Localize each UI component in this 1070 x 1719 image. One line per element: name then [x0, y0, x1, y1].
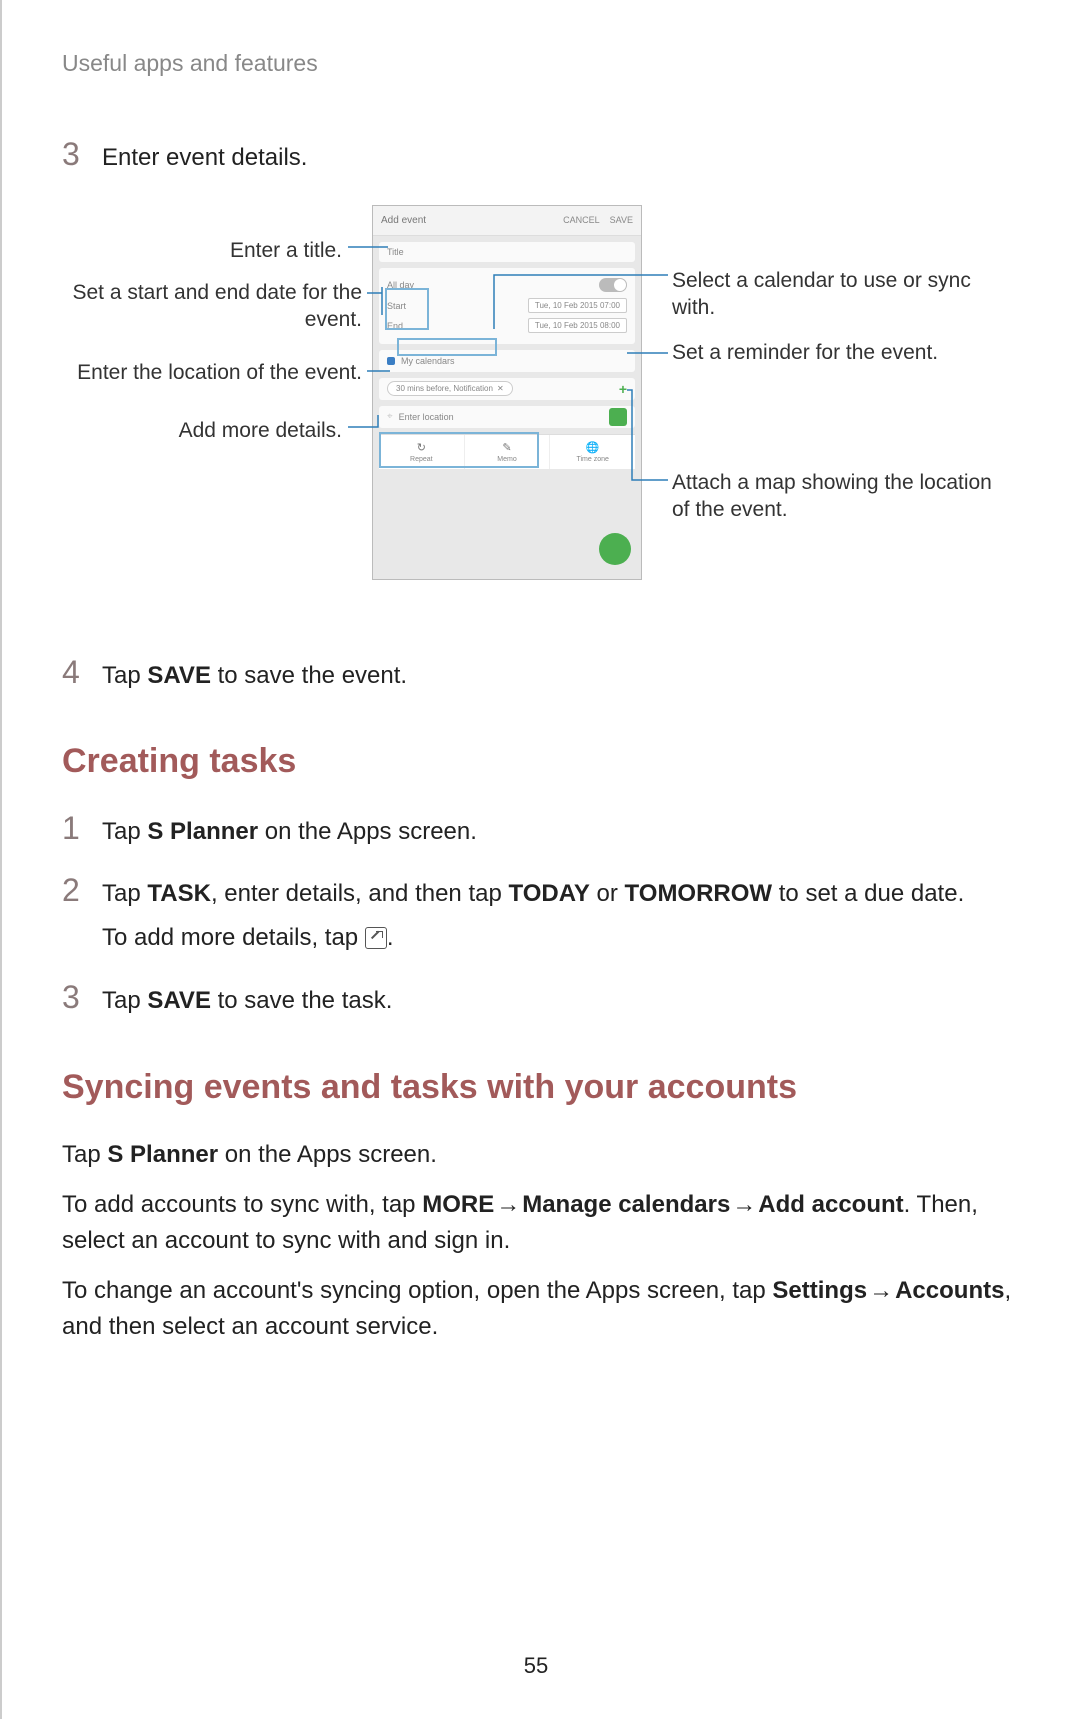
mock-title-field: Title [379, 242, 635, 262]
sync-para-1: Tap S Planner on the Apps screen. [62, 1137, 1020, 1173]
text-bold: S Planner [107, 1141, 218, 1168]
globe-icon: 🌐 [552, 441, 633, 454]
text-fragment: . [387, 924, 394, 951]
close-icon: ✕ [497, 384, 504, 393]
mock-topbar: Add event CANCEL SAVE [373, 206, 641, 236]
mock-start-date: Tue, 10 Feb 2015 07:00 [528, 298, 627, 313]
arrow-icon: → [730, 1187, 758, 1223]
text-bold: Accounts [895, 1277, 1004, 1304]
text-fragment: or [590, 880, 625, 907]
callout-location: Enter the location of the event. [62, 359, 362, 386]
step-text: Enter event details. [102, 137, 307, 175]
text-fragment: To add more details, tap [102, 924, 365, 951]
arrow-icon: → [494, 1187, 522, 1223]
text-bold: Add account [758, 1191, 903, 1218]
calendar-dot-icon [387, 357, 395, 365]
mock-tab-timezone: 🌐 Time zone [550, 435, 635, 469]
step-text: Tap S Planner on the Apps screen. [102, 811, 477, 849]
toggle-icon [599, 278, 627, 292]
step-text: Tap TASK, enter details, and then tap TO… [102, 873, 964, 957]
step-number: 3 [62, 137, 102, 172]
mock-location-row: ⌖ Enter location [379, 406, 635, 428]
callout-title: Enter a title. [62, 237, 342, 264]
mock-reminder-row: 30 mins before, Notification ✕ + [379, 378, 635, 400]
step-number: 2 [62, 873, 102, 908]
fab-icon [599, 533, 631, 565]
text-bold: SAVE [147, 662, 211, 689]
text-bold: TOMORROW [625, 880, 773, 907]
text-bold: MORE [422, 1191, 494, 1218]
sync-para-3: To change an account's syncing option, o… [62, 1273, 1020, 1345]
page-header: Useful apps and features [62, 50, 1020, 77]
text-fragment: Tap [102, 662, 147, 689]
text-fragment: , enter details, and then tap [211, 880, 509, 907]
arrow-icon: → [867, 1273, 895, 1309]
task-step-2: 2 Tap TASK, enter details, and then tap … [62, 873, 1020, 957]
text-bold: S Planner [147, 818, 258, 845]
step-text: Tap SAVE to save the event. [102, 655, 407, 693]
text-bold: TODAY [508, 880, 589, 907]
phone-mockup: Add event CANCEL SAVE Title All day Star… [372, 205, 642, 580]
task-step-1: 1 Tap S Planner on the Apps screen. [62, 811, 1020, 849]
callout-dates: Set a start and end date for the event. [62, 279, 362, 334]
mock-title-placeholder: Title [387, 247, 404, 257]
mock-add-event-label: Add event [381, 215, 426, 226]
mock-reminder-text: 30 mins before, Notification [396, 384, 493, 393]
mock-reminder-pill: 30 mins before, Notification ✕ [387, 381, 513, 396]
callout-map: Attach a map showing the location of the… [672, 469, 1002, 524]
plus-icon: + [619, 381, 627, 397]
text-fragment: Tap [102, 818, 147, 845]
text-fragment: on the Apps screen. [258, 818, 477, 845]
text-bold: TASK [147, 880, 211, 907]
step-text: Tap SAVE to save the task. [102, 980, 392, 1018]
pin-icon: ⌖ [387, 411, 393, 422]
heading-creating-tasks: Creating tasks [62, 742, 1020, 781]
step-3: 3 Enter event details. [62, 137, 1020, 175]
sync-para-2: To add accounts to sync with, tap MORE →… [62, 1187, 1020, 1259]
callout-calendar: Select a calendar to use or sync with. [672, 267, 1002, 322]
text-fragment: to save the task. [211, 987, 392, 1014]
mock-cancel: CANCEL [563, 215, 600, 225]
text-fragment: to set a due date. [772, 880, 964, 907]
text-fragment: To change an account's syncing option, o… [62, 1277, 772, 1304]
highlight-dates [385, 288, 429, 330]
mock-calendar-label: My calendars [401, 356, 455, 366]
text-fragment: Tap [102, 987, 147, 1014]
callout-reminder: Set a reminder for the event. [672, 339, 1002, 366]
mock-end-date: Tue, 10 Feb 2015 08:00 [528, 318, 627, 333]
text-bold: SAVE [147, 987, 211, 1014]
step-4: 4 Tap SAVE to save the event. [62, 655, 1020, 693]
text-fragment: to save the event. [211, 662, 407, 689]
text-fragment: Tap [102, 880, 147, 907]
text-fragment: Tap [62, 1141, 107, 1168]
text-fragment: To add accounts to sync with, tap [62, 1191, 422, 1218]
mock-tab-timezone-label: Time zone [576, 456, 608, 463]
text-bold: Manage calendars [522, 1191, 730, 1218]
highlight-calendar [397, 338, 497, 356]
step-number: 1 [62, 811, 102, 846]
text-bold: Settings [772, 1277, 867, 1304]
mock-location-placeholder: Enter location [399, 412, 454, 422]
highlight-tabs [379, 432, 539, 468]
mock-save: SAVE [610, 215, 633, 225]
add-event-diagram: Enter a title. Set a start and end date … [62, 195, 1022, 615]
step-number: 3 [62, 980, 102, 1015]
expand-icon [365, 927, 387, 949]
page-number: 55 [2, 1653, 1070, 1679]
callout-more: Add more details. [62, 417, 342, 444]
map-pin-icon [609, 408, 627, 426]
step-number: 4 [62, 655, 102, 690]
text-fragment: on the Apps screen. [218, 1141, 437, 1168]
heading-syncing: Syncing events and tasks with your accou… [62, 1068, 1020, 1107]
task-step-3: 3 Tap SAVE to save the task. [62, 980, 1020, 1018]
